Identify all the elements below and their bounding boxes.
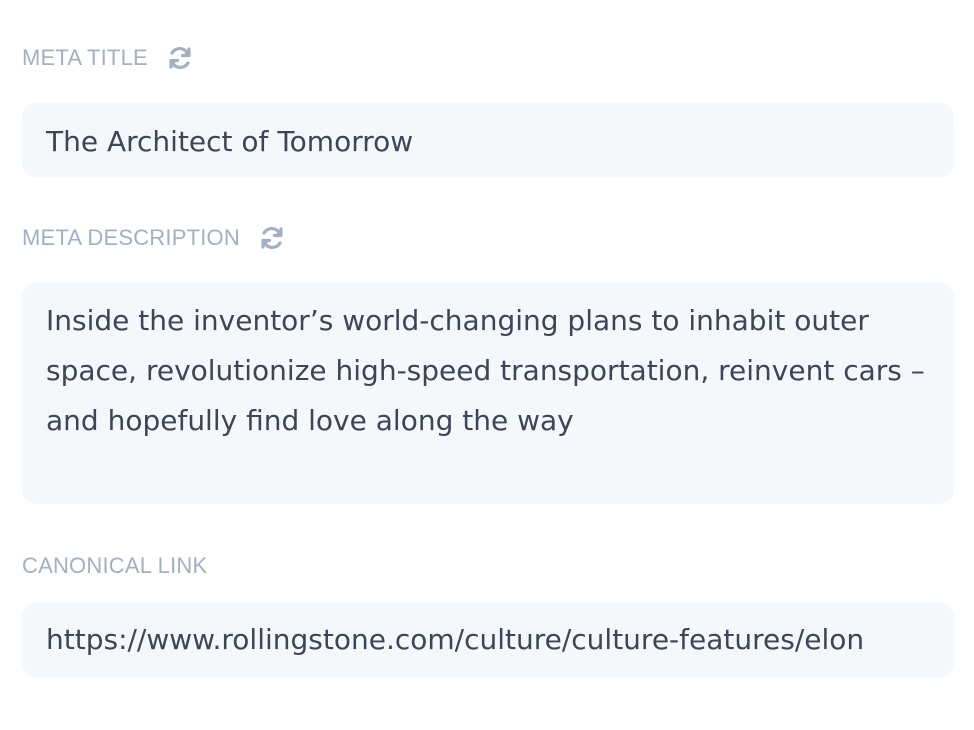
meta-title-input[interactable]: The Architect of Tomorrow: [22, 103, 954, 177]
meta-title-label: META TITLE: [22, 45, 148, 70]
canonical-link-input[interactable]: https://www.rollingstone.com/culture/cul…: [22, 603, 954, 677]
canonical-link-label: CANONICAL LINK: [22, 553, 208, 578]
canonical-link-label-row: CANONICAL LINK: [22, 553, 207, 579]
meta-description-textarea[interactable]: Inside the inventor’s world-changing pla…: [22, 283, 954, 504]
refresh-icon[interactable]: [166, 44, 194, 72]
refresh-icon[interactable]: [258, 224, 286, 252]
meta-title-label-row: META TITLE: [22, 44, 194, 72]
meta-description-label: META DESCRIPTION: [22, 225, 240, 250]
meta-description-label-row: META DESCRIPTION: [22, 224, 286, 252]
